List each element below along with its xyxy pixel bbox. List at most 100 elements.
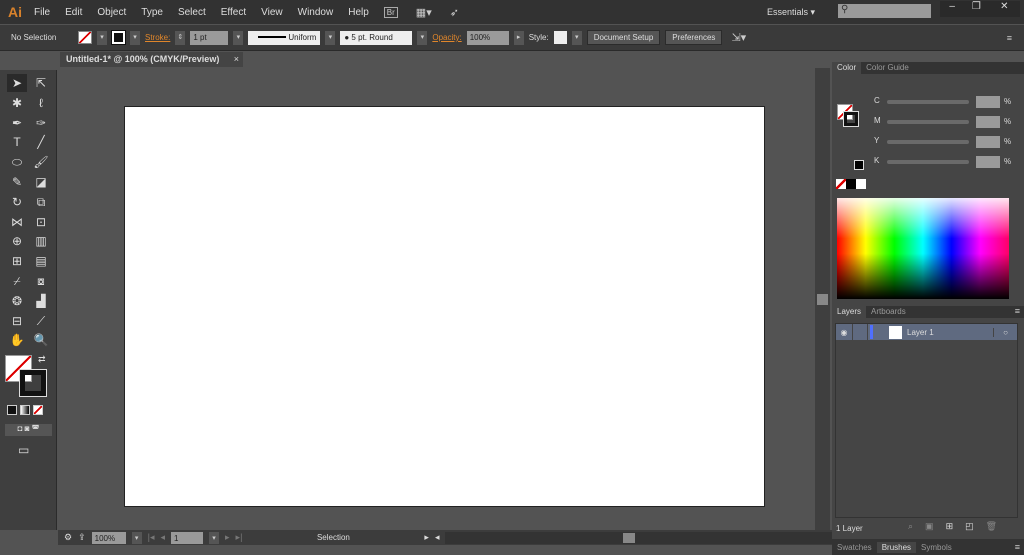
stroke-stepper[interactable]: ⇕ <box>175 30 186 45</box>
brush-definition[interactable]: ● 5 pt. Round <box>340 30 413 45</box>
menu-view[interactable]: View <box>261 7 283 18</box>
mesh-tool-icon[interactable]: ⊞ <box>7 252 27 270</box>
white-quick-swatch[interactable] <box>856 179 866 189</box>
draw-modes-icon[interactable]: ◘ ◙ ◚ <box>5 424 52 436</box>
opacity-arrow[interactable]: ▸ <box>513 30 524 45</box>
column-graph-tool-icon[interactable]: ▟ <box>31 292 51 310</box>
stroke-swatch[interactable] <box>111 30 126 45</box>
free-transform-tool-icon[interactable]: ⊡ <box>31 213 51 231</box>
channel-value-input[interactable] <box>976 136 1000 148</box>
menu-help[interactable]: Help <box>348 7 369 18</box>
tab-layers[interactable]: Layers <box>832 306 867 318</box>
share-icon[interactable]: ⇪ <box>78 532 86 543</box>
rotate-tool-icon[interactable]: ↻ <box>7 193 27 211</box>
perspective-grid-tool-icon[interactable]: ▥ <box>31 232 51 250</box>
delete-layer-icon[interactable]: 🗑 <box>986 521 997 532</box>
close-button[interactable]: ✕ <box>989 1 1021 17</box>
selection-tool-icon[interactable]: ➤ <box>7 74 27 92</box>
none-swatch[interactable] <box>836 179 846 189</box>
tab-brushes[interactable]: Brushes <box>876 541 917 553</box>
graphic-style-swatch[interactable] <box>553 31 567 44</box>
artboard[interactable] <box>124 106 765 507</box>
opacity-input[interactable]: 100% <box>466 30 509 45</box>
channel-value-input[interactable] <box>976 156 1000 168</box>
tab-artboards[interactable]: Artboards <box>866 306 911 318</box>
prev-artboard-icon[interactable]: ◂ <box>160 532 165 543</box>
menu-object[interactable]: Object <box>97 7 126 18</box>
horizontal-scrollbar[interactable] <box>445 531 832 544</box>
status-menu-arrow[interactable]: ▸ <box>424 532 429 543</box>
brush-dropdown[interactable]: ▾ <box>417 30 428 45</box>
stroke-dropdown[interactable]: ▾ <box>130 30 140 45</box>
gradient-mode-icon[interactable] <box>20 405 30 415</box>
locate-object-icon[interactable]: ⌕ <box>908 521 913 532</box>
tab-color-guide[interactable]: Color Guide <box>861 62 914 74</box>
layers-menu-icon[interactable]: ≡ <box>1015 306 1024 318</box>
zoom-input[interactable]: 100% <box>91 531 126 544</box>
preferences-button[interactable]: Preferences <box>665 30 723 45</box>
none-mode-icon[interactable] <box>33 405 43 415</box>
stroke-weight-input[interactable]: 1 pt <box>190 30 229 45</box>
next-artboard-icon[interactable]: ▸ <box>225 532 230 543</box>
symbol-sprayer-tool-icon[interactable]: ❂ <box>7 292 27 310</box>
menu-select[interactable]: Select <box>178 7 206 18</box>
screen-mode-icon[interactable]: ▭ <box>18 443 29 457</box>
variable-width-profile[interactable]: Uniform <box>248 30 321 45</box>
layer-row[interactable]: ◉ Layer 1 ○ <box>836 324 1017 340</box>
clipping-mask-icon[interactable]: ▣ <box>925 521 934 532</box>
fill-swatch[interactable] <box>78 31 92 44</box>
align-options-icon[interactable]: ⇲▾ <box>731 31 746 44</box>
lasso-tool-icon[interactable]: ℓ <box>31 94 51 112</box>
tab-color[interactable]: Color <box>832 62 862 74</box>
artboard-tool-icon[interactable]: ⊟ <box>7 312 27 330</box>
scroll-left-icon[interactable]: ◂ <box>435 532 440 543</box>
hscroll-thumb[interactable] <box>623 532 636 543</box>
channel-slider[interactable] <box>887 120 969 124</box>
stroke-box[interactable] <box>19 369 47 397</box>
channel-slider[interactable] <box>887 100 969 104</box>
black-swatch[interactable] <box>854 160 864 170</box>
paintbrush-tool-icon[interactable]: 🖌 <box>31 153 51 171</box>
pencil-tool-icon[interactable]: ✎ <box>7 173 27 191</box>
stroke-label[interactable]: Stroke: <box>145 33 170 42</box>
lock-toggle[interactable] <box>852 324 868 340</box>
close-tab-icon[interactable]: × <box>234 54 239 64</box>
eyedropper-tool-icon[interactable]: ⌿ <box>7 272 27 290</box>
first-artboard-icon[interactable]: |◂ <box>148 532 155 543</box>
opacity-label[interactable]: Opacity: <box>432 33 461 42</box>
document-setup-button[interactable]: Document Setup <box>586 30 661 45</box>
tab-symbols[interactable]: Symbols <box>916 542 957 553</box>
scroll-thumb[interactable] <box>817 294 828 305</box>
menu-window[interactable]: Window <box>298 7 334 18</box>
target-icon[interactable]: ○ <box>993 327 1017 337</box>
arrange-documents-icon[interactable]: ▦▾ <box>416 6 432 19</box>
stroke-weight-dropdown[interactable]: ▾ <box>233 30 244 45</box>
search-input[interactable]: ⚲ <box>838 4 931 18</box>
restore-button[interactable]: ❐ <box>964 1 988 17</box>
shape-builder-tool-icon[interactable]: ⊕ <box>7 232 27 250</box>
menu-edit[interactable]: Edit <box>65 7 82 18</box>
scale-tool-icon[interactable]: ⧉ <box>31 193 51 211</box>
channel-slider[interactable] <box>887 140 969 144</box>
menu-type[interactable]: Type <box>141 7 163 18</box>
last-artboard-icon[interactable]: ▸| <box>236 532 243 543</box>
control-menu-icon[interactable]: ≡ <box>1007 33 1012 43</box>
bridge-button[interactable]: Br <box>383 6 398 18</box>
hand-tool-icon[interactable]: ✋ <box>7 331 27 349</box>
width-tool-icon[interactable]: ⋈ <box>7 213 27 231</box>
workspace-switcher[interactable]: Essentials ▾ <box>767 7 815 18</box>
menu-file[interactable]: File <box>34 7 50 18</box>
color-mode-icon[interactable] <box>7 405 17 415</box>
eraser-tool-icon[interactable]: ◪ <box>31 173 51 191</box>
curvature-tool-icon[interactable]: ✑ <box>31 114 51 132</box>
pen-tool-icon[interactable]: ✒ <box>7 114 27 132</box>
channel-value-input[interactable] <box>976 116 1000 128</box>
swap-fill-stroke-icon[interactable]: ⇄ <box>38 354 46 365</box>
bottom-panel-menu-icon[interactable]: ≡ <box>1015 542 1024 552</box>
fill-dropdown[interactable]: ▾ <box>97 30 107 45</box>
blend-tool-icon[interactable]: ⧇ <box>31 272 51 290</box>
visibility-eye-icon[interactable]: ◉ <box>836 328 852 337</box>
color-spectrum[interactable] <box>837 198 1009 299</box>
direct-selection-tool-icon[interactable]: ⇱ <box>31 74 51 92</box>
current-tool-status[interactable]: Selection <box>248 533 418 542</box>
